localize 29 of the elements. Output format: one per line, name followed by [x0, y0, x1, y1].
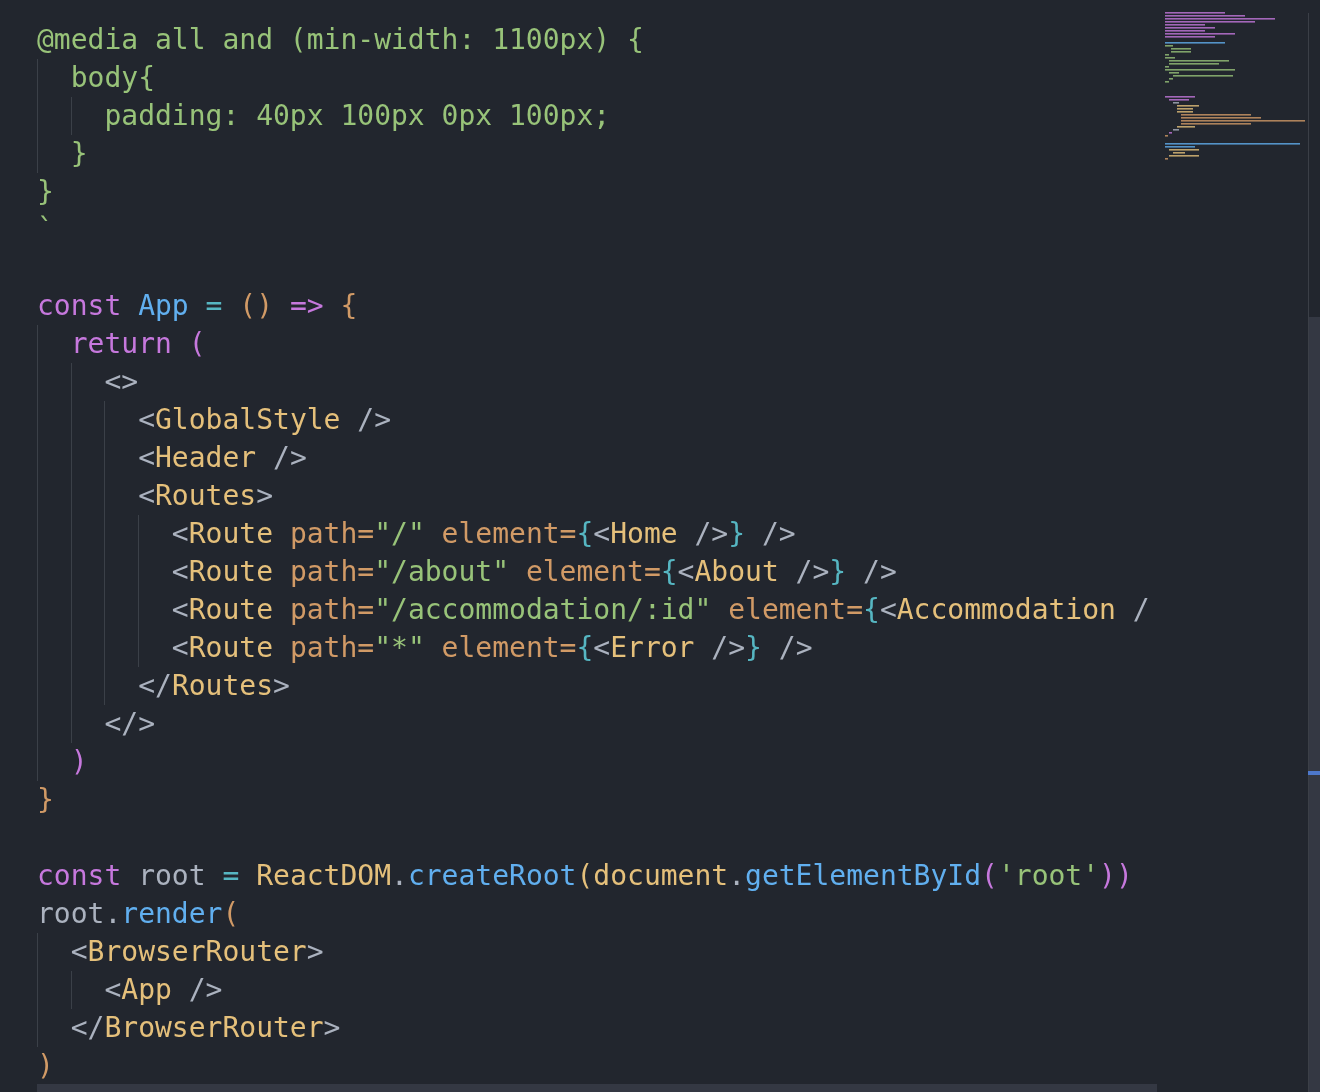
code-line: return (	[70, 327, 206, 360]
code-line: padding: 40px 100px 0px 100px;	[104, 99, 611, 132]
code-line: <Route path="*" element={<Error />} />	[171, 631, 813, 664]
code-line: <Route path="/about" element={<About />} />	[171, 555, 897, 588]
code-line: <BrowserRouter>	[70, 935, 324, 968]
code-line: }	[37, 175, 54, 208]
code-line: const App = () => {	[37, 289, 358, 322]
code-line: @media all and (min-width: 1100px) {	[37, 23, 644, 56]
code-line: <Header />	[138, 441, 307, 474]
code-line: body{	[70, 61, 155, 94]
code-line: <Routes>	[138, 479, 274, 512]
code-line: }	[37, 783, 54, 816]
code-line: </Routes>	[138, 669, 290, 702]
selection-marker	[1308, 771, 1320, 775]
code-line: }	[70, 137, 88, 170]
code-line: `	[37, 213, 54, 246]
code-line: <Route path="/" element={<Home />} />	[171, 517, 796, 550]
code-line: <GlobalStyle />	[138, 403, 392, 436]
code-line: )	[37, 1049, 54, 1082]
code-line: <App />	[104, 973, 223, 1006]
code-line: const root = ReactDOM.createRoot(document.getElementById('root'))	[37, 859, 1133, 892]
vertical-scrollbar[interactable]	[1308, 13, 1320, 1092]
code-line: <>	[104, 365, 139, 398]
scrollbar-thumb[interactable]	[1309, 317, 1320, 1092]
code-line: )	[70, 745, 88, 778]
code-line: </BrowserRouter>	[70, 1011, 341, 1044]
code-line: </>	[104, 707, 155, 740]
code-line: <Route path="/accommodation/:id" element={<Accommodation /	[171, 593, 1150, 626]
code-line: root.render(	[37, 897, 240, 930]
